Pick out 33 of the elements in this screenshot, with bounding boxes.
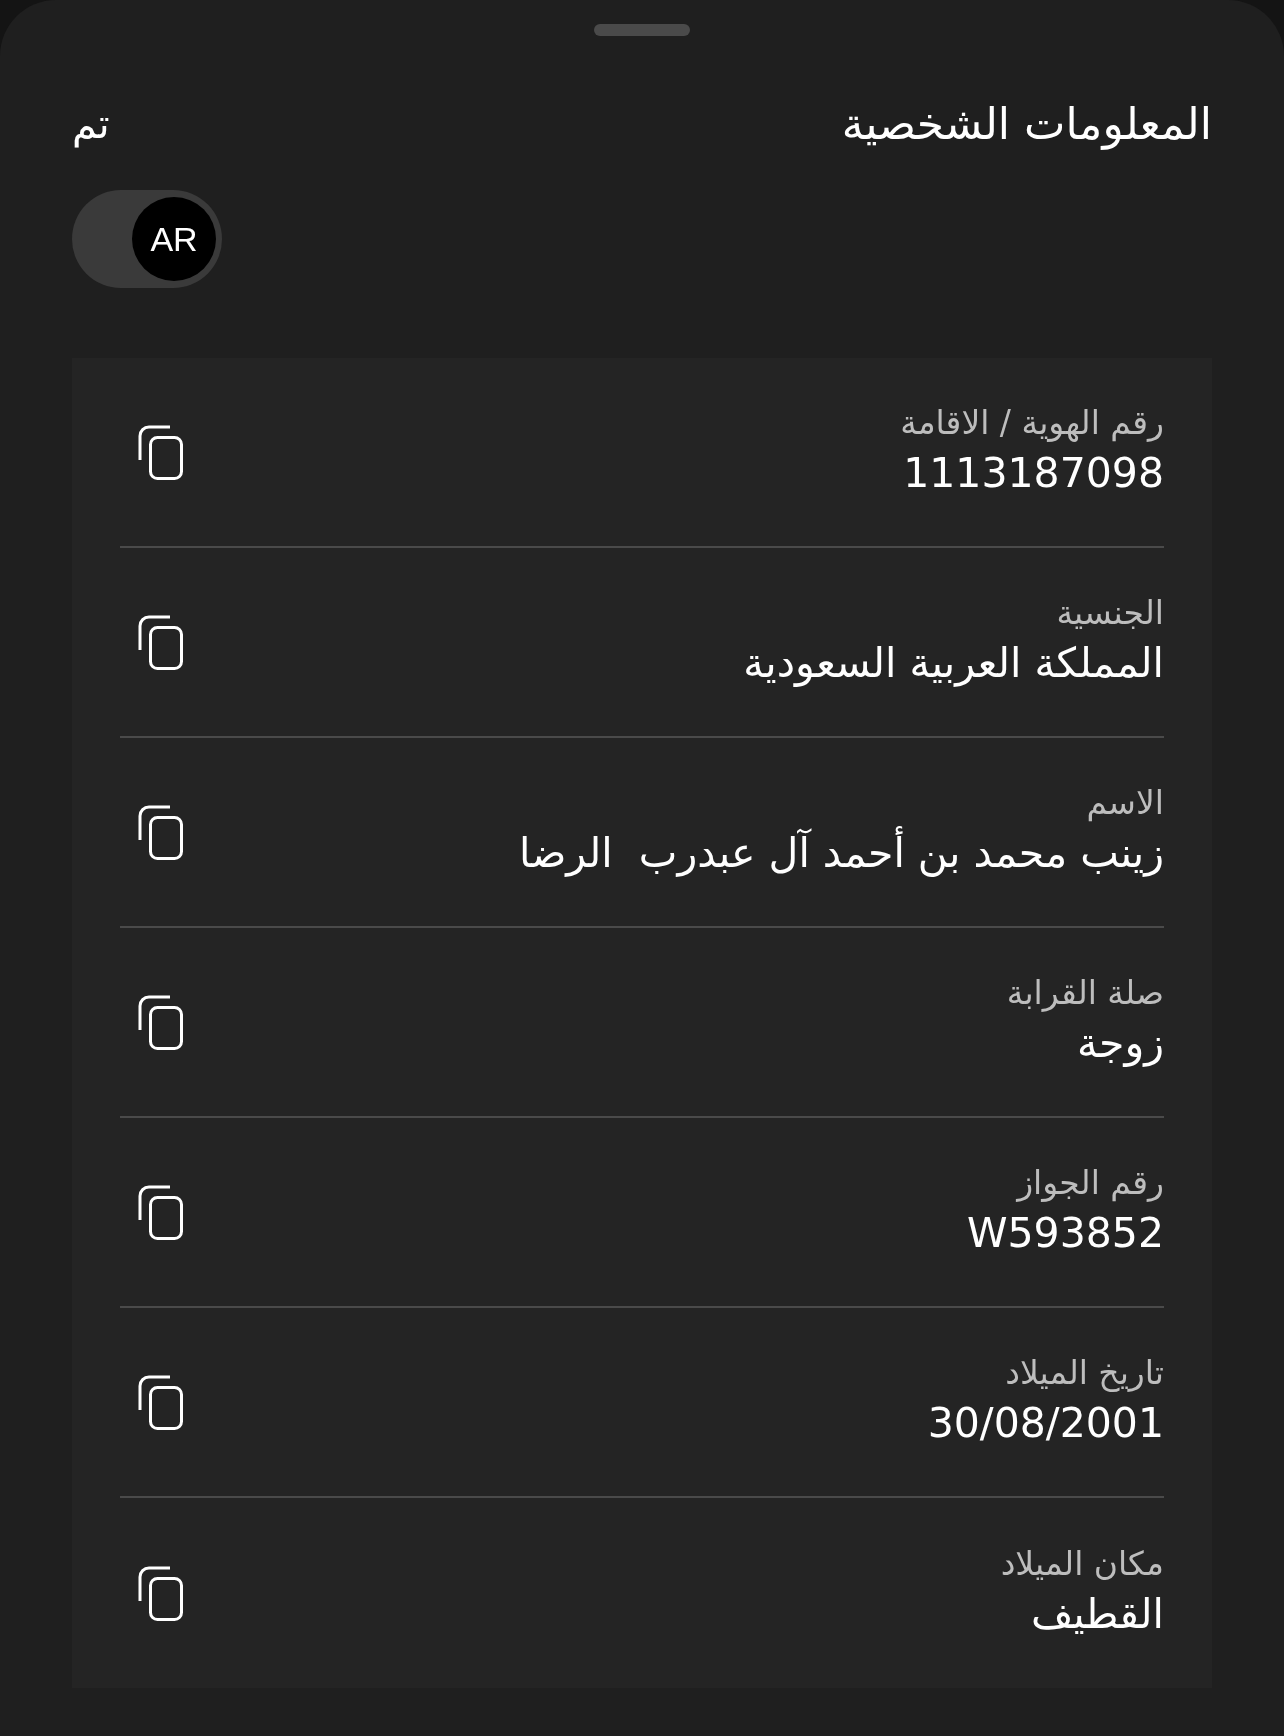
copy-icon xyxy=(138,1565,184,1621)
field-label: صلة القرابة xyxy=(1006,971,1164,1014)
copy-button[interactable] xyxy=(138,614,184,670)
copy-button[interactable] xyxy=(138,1565,184,1621)
copy-icon xyxy=(138,424,184,480)
field-value: 1113187098 xyxy=(902,447,1164,499)
language-knob: AR xyxy=(132,197,216,281)
copy-icon xyxy=(138,1374,184,1430)
field-label: رقم الجواز xyxy=(1015,1161,1164,1204)
field-value: 30/08/2001 xyxy=(927,1397,1164,1449)
copy-button[interactable] xyxy=(138,1184,184,1240)
drag-handle[interactable] xyxy=(594,24,690,36)
field-value: القطيف xyxy=(1029,1588,1164,1640)
field-label: مكان الميلاد xyxy=(1000,1542,1164,1585)
field-label: رقم الهوية / الاقامة xyxy=(900,401,1164,444)
field-label: تاريخ الميلاد xyxy=(1004,1351,1164,1394)
field-value: المملكة العربية السعودية xyxy=(743,637,1164,689)
language-toggle[interactable]: AR xyxy=(72,190,222,288)
copy-icon xyxy=(138,994,184,1050)
page-title: المعلومات الشخصية xyxy=(841,97,1212,151)
copy-icon xyxy=(138,804,184,860)
field-value: زينب محمد بن أحمد آل عبدرب الرضا xyxy=(518,825,1164,879)
copy-button[interactable] xyxy=(138,994,184,1050)
copy-button[interactable] xyxy=(138,804,184,860)
done-button[interactable]: تم xyxy=(72,100,110,148)
copy-icon xyxy=(138,614,184,670)
field-value: W593852 xyxy=(966,1207,1164,1259)
copy-icon xyxy=(138,1184,184,1240)
field-label: الجنسية xyxy=(1055,591,1164,634)
field-label: الاسم xyxy=(1085,781,1164,824)
field-value: زوجة xyxy=(1076,1017,1164,1069)
copy-button[interactable] xyxy=(138,424,184,480)
copy-button[interactable] xyxy=(138,1374,184,1430)
